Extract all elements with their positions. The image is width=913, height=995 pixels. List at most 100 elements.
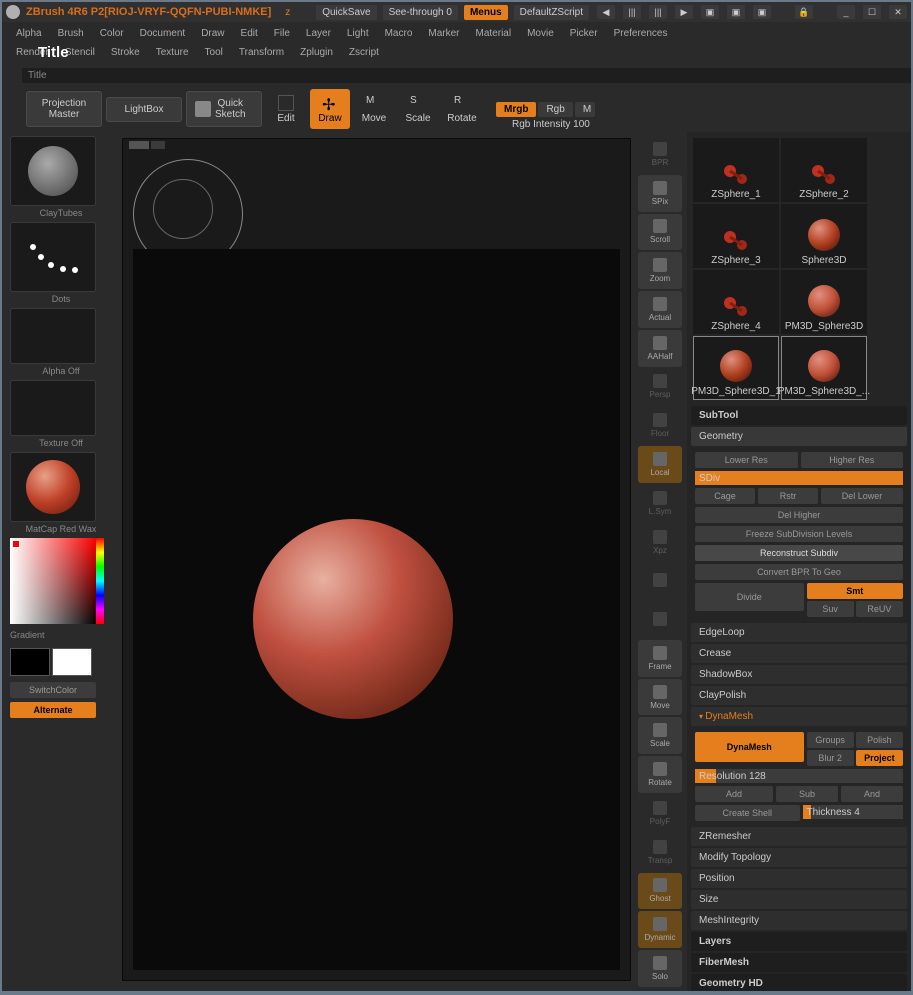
m-button[interactable]: M (575, 102, 595, 117)
nav-local-button[interactable]: Local (638, 446, 682, 483)
nav-aahalf-button[interactable]: AAHalf (638, 330, 682, 367)
edit-mode-button[interactable]: Edit (266, 89, 306, 129)
texture-selector[interactable] (10, 380, 96, 436)
section-fibermesh[interactable]: FiberMesh (691, 953, 907, 972)
dynamesh-button[interactable]: DynaMesh (695, 732, 804, 762)
nav-persp-button[interactable]: Persp (638, 369, 682, 406)
add-button[interactable]: Add (695, 786, 773, 802)
menu-zplugin[interactable]: Zplugin (294, 45, 339, 60)
lock-icon[interactable]: 🔒 (795, 5, 813, 19)
tool-thumb-0[interactable]: ZSphere_1 (693, 138, 779, 202)
menu-material[interactable]: Material (470, 26, 518, 41)
seethrough-slider[interactable]: See-through 0 (383, 5, 458, 20)
defaultzscript-button[interactable]: DefaultZScript (514, 5, 589, 20)
nav-blank-button[interactable] (638, 601, 682, 638)
menu-movie[interactable]: Movie (521, 26, 560, 41)
zremesher-header[interactable]: ZRemesher (691, 827, 907, 846)
del-lower-button[interactable]: Del Lower (821, 488, 903, 504)
meshintegrity-header[interactable]: MeshIntegrity (691, 911, 907, 930)
groups-button[interactable]: Groups (807, 732, 854, 748)
reconstruct-subdiv-button[interactable]: Reconstruct Subdiv (695, 545, 903, 561)
material-selector[interactable] (10, 452, 96, 522)
move-mode-button[interactable]: MMove (354, 89, 394, 129)
and-button[interactable]: And (841, 786, 903, 802)
polish-button[interactable]: Polish (856, 732, 903, 748)
switchcolor-button[interactable]: SwitchColor (10, 682, 96, 698)
tool-thumb-1[interactable]: ZSphere_2 (781, 138, 867, 202)
rgb-intensity-label[interactable]: Rgb Intensity 100 (512, 119, 911, 130)
nav-bpr-button[interactable]: BPR (638, 136, 682, 173)
tool-thumb-2[interactable]: ZSphere_3 (693, 204, 779, 268)
nav-xpz-button[interactable]: Xpz (638, 524, 682, 561)
doc-tab-2[interactable] (151, 141, 165, 149)
menu-file[interactable]: File (268, 26, 296, 41)
menu-light[interactable]: Light (341, 26, 375, 41)
close-icon[interactable]: ✕ (889, 5, 907, 19)
maximize-icon[interactable]: ☐ (863, 5, 881, 19)
nav-floor-button[interactable]: Floor (638, 407, 682, 444)
tool-thumb-4[interactable]: ZSphere_4 (693, 270, 779, 334)
crease-header[interactable]: Crease (691, 644, 907, 663)
menu-texture[interactable]: Texture (150, 45, 195, 60)
tool-thumb-3[interactable]: Sphere3D (781, 204, 867, 268)
menu-picker[interactable]: Picker (564, 26, 604, 41)
menu-brush[interactable]: Brush (52, 26, 90, 41)
rgb-button[interactable]: Rgb (538, 102, 572, 117)
projection-master-button[interactable]: Projection Master (26, 91, 102, 127)
nav-ghost-button[interactable]: Ghost (638, 873, 682, 910)
geometry-header[interactable]: Geometry (691, 427, 907, 446)
modify-topology-header[interactable]: Modify Topology (691, 848, 907, 867)
tool-thumb-6[interactable]: PM3D_Sphere3D_1 (693, 336, 779, 400)
quicksave-button[interactable]: QuickSave (316, 5, 376, 20)
menu-zscript[interactable]: Zscript (343, 45, 385, 60)
dynamesh-header[interactable]: DynaMesh (691, 707, 907, 726)
menu-draw[interactable]: Draw (195, 26, 230, 41)
menu-tool[interactable]: Tool (199, 45, 229, 60)
nav-down-icon[interactable]: ||| (649, 5, 667, 19)
nav-actual-button[interactable]: Actual (638, 291, 682, 328)
higher-res-button[interactable]: Higher Res (801, 452, 904, 468)
section-layers[interactable]: Layers (691, 932, 907, 951)
shadowbox-header[interactable]: ShadowBox (691, 665, 907, 684)
smt-button[interactable]: Smt (807, 583, 904, 599)
section-geometry-hd[interactable]: Geometry HD (691, 974, 907, 991)
stroke-selector[interactable] (10, 222, 96, 292)
sdiv-slider[interactable]: SDiv (695, 471, 903, 485)
reuv-button[interactable]: ReUV (856, 601, 903, 617)
tool-thumb-5[interactable]: PM3D_Sphere3D (781, 270, 867, 334)
nav-up-icon[interactable]: ||| (623, 5, 641, 19)
divide-button[interactable]: Divide (695, 583, 804, 611)
claypolish-header[interactable]: ClayPolish (691, 686, 907, 705)
project-button[interactable]: Project (856, 750, 903, 766)
create-shell-button[interactable]: Create Shell (695, 805, 800, 821)
lower-res-button[interactable]: Lower Res (695, 452, 798, 468)
nav-solo-button[interactable]: Solo (638, 950, 682, 987)
menu-document[interactable]: Document (134, 26, 192, 41)
tool-thumb-7[interactable]: PM3D_Sphere3D_... (781, 336, 867, 400)
quicksketch-button[interactable]: Quick Sketch (186, 91, 262, 127)
alternate-button[interactable]: Alternate (10, 702, 96, 718)
size-header[interactable]: Size (691, 890, 907, 909)
rotate-mode-button[interactable]: RRotate (442, 89, 482, 129)
nav-spix-button[interactable]: SPix (638, 175, 682, 212)
color-picker[interactable] (10, 538, 96, 624)
nav-left-icon[interactable]: ◀ (597, 5, 615, 19)
nav-zoom-button[interactable]: Zoom (638, 252, 682, 289)
menu-macro[interactable]: Macro (379, 26, 419, 41)
del-higher-button[interactable]: Del Higher (695, 507, 903, 523)
menus-button[interactable]: Menus (464, 5, 508, 20)
layout1-icon[interactable]: ▣ (701, 5, 719, 19)
nav-move-button[interactable]: Move (638, 679, 682, 716)
sub-button[interactable]: Sub (776, 786, 838, 802)
subtool-header[interactable]: SubTool (691, 406, 907, 425)
menu-color[interactable]: Color (94, 26, 130, 41)
nav-l.sym-button[interactable]: L.Sym (638, 485, 682, 522)
edgeloop-header[interactable]: EdgeLoop (691, 623, 907, 642)
gradient-label[interactable]: Gradient (10, 630, 112, 640)
nav-dynamic-button[interactable]: Dynamic (638, 911, 682, 948)
menu-transform[interactable]: Transform (233, 45, 290, 60)
minimize-icon[interactable]: _ (837, 5, 855, 19)
canvas-3d-view[interactable] (133, 249, 620, 970)
canvas-viewport[interactable] (122, 138, 631, 981)
lightbox-button[interactable]: LightBox (106, 97, 182, 122)
